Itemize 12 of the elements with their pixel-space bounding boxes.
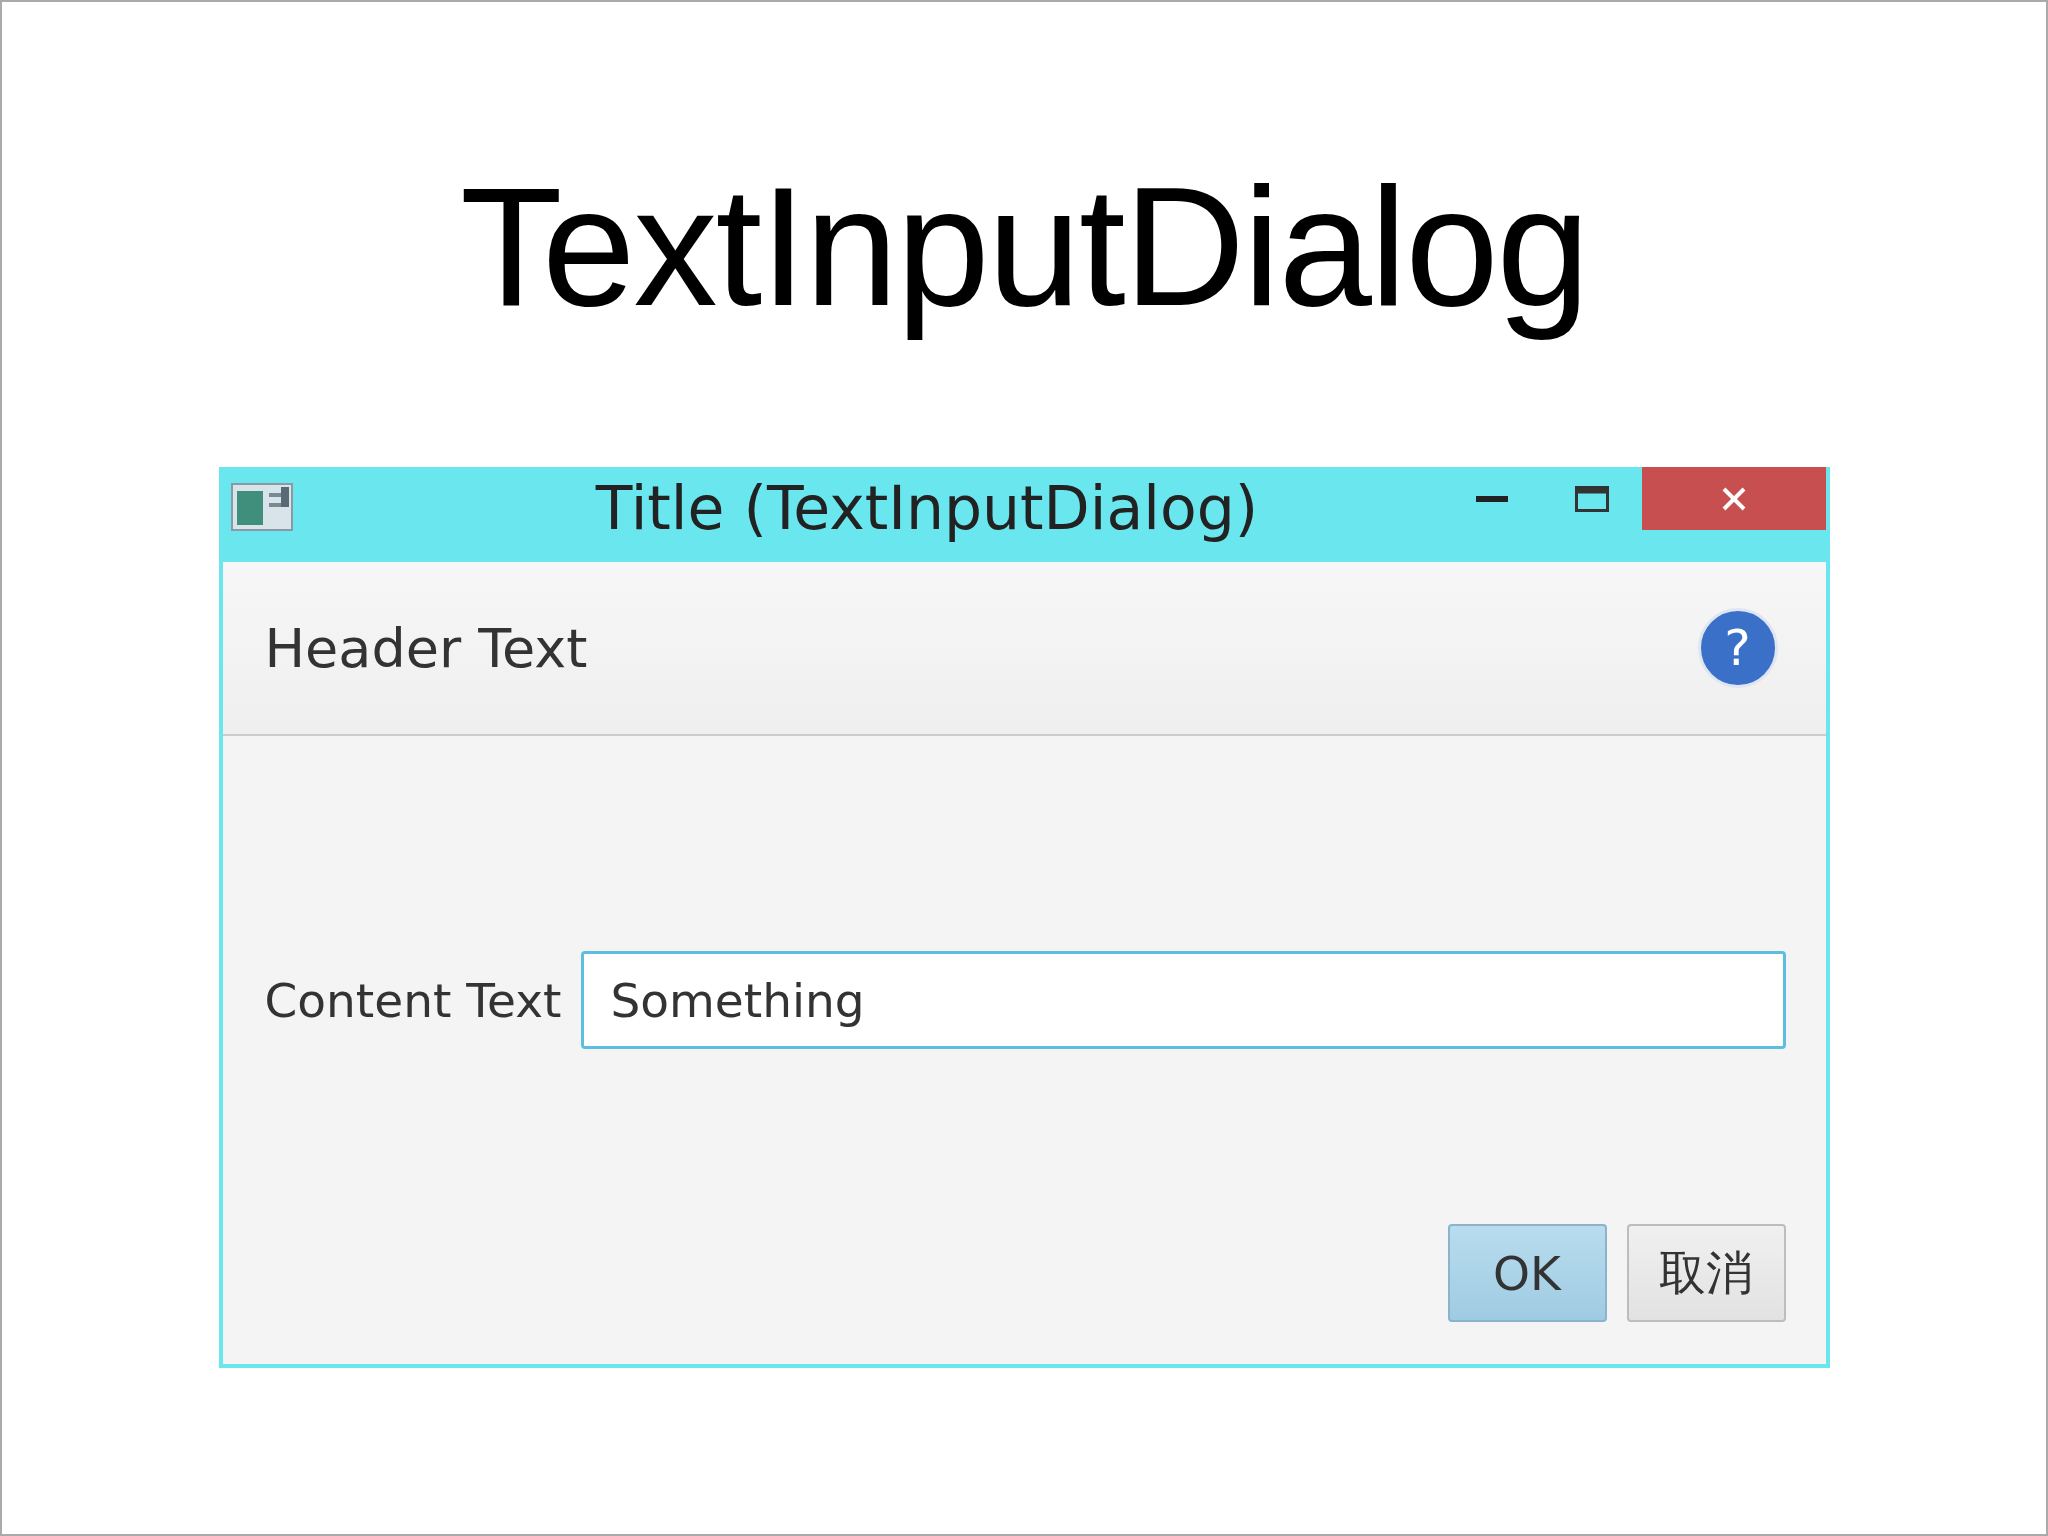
cancel-button[interactable]: 取消 bbox=[1626, 1224, 1786, 1322]
header-text: Header Text bbox=[264, 616, 588, 680]
ok-button[interactable]: OK bbox=[1447, 1224, 1607, 1322]
minimize-icon bbox=[1475, 495, 1508, 502]
window-title: Title (TextInputDialog) bbox=[594, 473, 1260, 543]
maximize-icon bbox=[1574, 485, 1609, 512]
field-label: Content Text bbox=[264, 972, 562, 1028]
window-app-icon bbox=[230, 483, 293, 531]
close-icon bbox=[1720, 485, 1747, 512]
text-input-field[interactable]: Something bbox=[581, 951, 1786, 1049]
help-icon: ? bbox=[1697, 608, 1778, 688]
slide-title: TextInputDialog bbox=[459, 152, 1588, 343]
